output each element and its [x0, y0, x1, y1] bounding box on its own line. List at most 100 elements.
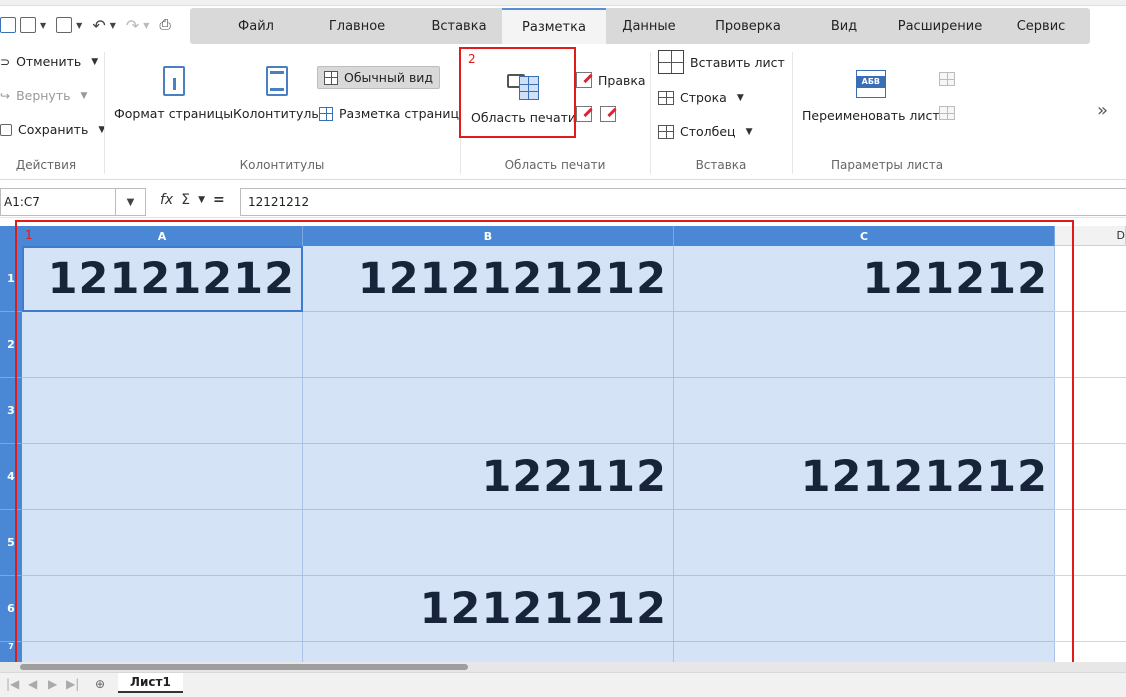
- cell-b2[interactable]: [303, 312, 674, 378]
- cell-c2[interactable]: [674, 312, 1055, 378]
- open-file-icon[interactable]: [20, 17, 36, 33]
- grid-icon: [324, 70, 338, 85]
- chevron-down-icon[interactable]: ▼: [737, 93, 744, 103]
- tab-layout[interactable]: Разметка: [502, 8, 606, 44]
- row-header-1[interactable]: 1: [0, 246, 22, 312]
- tab-view[interactable]: Вид: [804, 8, 884, 44]
- row-header-4[interactable]: 4: [0, 444, 22, 510]
- row-header-2[interactable]: 2: [0, 312, 22, 378]
- insert-column-button[interactable]: Столбец ▼: [658, 124, 752, 139]
- menu-tab-bar: Файл Главное Вставка Разметка Данные Про…: [190, 8, 1090, 44]
- page-layout-label: Разметка страниц: [339, 106, 459, 121]
- next-sheet-icon[interactable]: ▶: [48, 677, 57, 691]
- tab-extensions[interactable]: Расширение: [884, 8, 996, 44]
- chevron-down-icon[interactable]: ▼: [198, 195, 205, 205]
- select-all-corner[interactable]: [0, 226, 22, 246]
- cell-a6[interactable]: [22, 576, 303, 642]
- headers-footers-button[interactable]: Колонтитулы: [233, 66, 321, 121]
- page-layout-button[interactable]: Разметка страниц: [319, 106, 459, 121]
- cell-a2[interactable]: [22, 312, 303, 378]
- spreadsheet-grid: A B C D 1 2 3 4 5 6 7 12121212 121212121…: [0, 226, 1126, 662]
- chevron-down-icon[interactable]: ▼: [115, 189, 145, 215]
- cell-b7[interactable]: [303, 642, 674, 662]
- formula-input[interactable]: 12121212: [240, 188, 1126, 216]
- row-label: 1: [7, 272, 15, 285]
- print-icon[interactable]: ⎙: [159, 17, 170, 33]
- name-box[interactable]: A1:C7 ▼: [0, 188, 146, 216]
- gridline: [1054, 443, 1126, 444]
- tab-insert[interactable]: Вставка: [416, 8, 502, 44]
- cell-b3[interactable]: [303, 378, 674, 444]
- function-icon[interactable]: fx: [160, 192, 173, 208]
- cell-c4[interactable]: 12121212: [674, 444, 1055, 510]
- print-area-edit-button[interactable]: Правка: [576, 72, 646, 88]
- print-area-group: Область печати Правка Область печати: [460, 44, 650, 180]
- ribbon-more-button[interactable]: »: [1097, 100, 1108, 121]
- tab-file[interactable]: Файл: [214, 8, 298, 44]
- insert-sheet-button[interactable]: Вставить лист: [658, 50, 785, 74]
- sheet-tab-active[interactable]: Лист1: [118, 673, 183, 693]
- undo-button[interactable]: ⊃ Отменить ▼: [0, 54, 98, 69]
- row-header-3[interactable]: 3: [0, 378, 22, 444]
- sum-icon[interactable]: Σ: [181, 192, 190, 208]
- column-header-a[interactable]: A: [22, 226, 303, 246]
- scrollbar-thumb[interactable]: [20, 664, 468, 670]
- cell-a7[interactable]: [22, 642, 303, 662]
- cell-a4[interactable]: [22, 444, 303, 510]
- print-area-button[interactable]: Область печати: [471, 70, 576, 125]
- cell-c7[interactable]: [674, 642, 1055, 662]
- row-header-7[interactable]: 7: [0, 642, 22, 662]
- tab-tools[interactable]: Сервис: [996, 8, 1086, 44]
- cell-c6[interactable]: [674, 576, 1055, 642]
- page-format-button[interactable]: Формат страницы: [114, 66, 233, 121]
- chevron-down-icon[interactable]: ▼: [91, 57, 98, 67]
- cell-c1[interactable]: 121212: [674, 246, 1055, 312]
- cell-a1[interactable]: 12121212: [22, 246, 303, 312]
- tab-label: Главное: [328, 18, 386, 34]
- tab-review[interactable]: Проверка: [692, 8, 804, 44]
- cell-c5[interactable]: [674, 510, 1055, 576]
- equals-icon[interactable]: =: [213, 192, 225, 208]
- horizontal-scrollbar[interactable]: [0, 662, 1126, 672]
- undo-icon[interactable]: ↶: [92, 16, 105, 35]
- undo-label: Отменить: [16, 54, 82, 69]
- column-header-b[interactable]: B: [303, 226, 674, 246]
- cell-b6[interactable]: 12121212: [303, 576, 674, 642]
- insert-row-button[interactable]: Строка ▼: [658, 90, 744, 105]
- save-button[interactable]: Сохранить ▼: [0, 122, 105, 137]
- chevron-down-icon[interactable]: ▼: [40, 21, 46, 30]
- prev-sheet-icon[interactable]: ◀: [28, 677, 37, 691]
- chevron-down-icon[interactable]: ▼: [110, 21, 116, 30]
- cell-value: 1212121212: [357, 253, 667, 304]
- column-header-c[interactable]: C: [674, 226, 1055, 246]
- chevron-down-icon[interactable]: ▼: [746, 127, 753, 137]
- chevron-down-icon[interactable]: ▼: [76, 21, 82, 30]
- normal-view-button[interactable]: Обычный вид: [317, 66, 441, 89]
- cell-a3[interactable]: [22, 378, 303, 444]
- rename-sheet-label: Переименовать лист: [802, 108, 940, 123]
- add-sheet-icon[interactable]: ⊕: [95, 677, 105, 691]
- insert-sheet-icon: [658, 50, 684, 74]
- document-icon[interactable]: [0, 17, 16, 33]
- row-label: 6: [7, 602, 15, 615]
- cell-b1[interactable]: 1212121212: [303, 246, 674, 312]
- undo-icon: ⊃: [0, 54, 11, 69]
- last-sheet-icon[interactable]: ▶|: [66, 677, 79, 691]
- tab-data[interactable]: Данные: [606, 8, 692, 44]
- group-label-print-area: Область печати: [504, 158, 606, 172]
- row-header-6[interactable]: 6: [0, 576, 22, 642]
- cell-c3[interactable]: [674, 378, 1055, 444]
- rename-sheet-button[interactable]: АБВ Переименовать лист: [802, 70, 940, 123]
- chevron-double-right-icon: »: [1097, 100, 1109, 121]
- column-header-d[interactable]: D: [1055, 226, 1126, 246]
- add-print-area-icon[interactable]: [576, 106, 592, 122]
- cell-a5[interactable]: [22, 510, 303, 576]
- cell-b5[interactable]: [303, 510, 674, 576]
- first-sheet-icon[interactable]: |◀: [6, 677, 19, 691]
- save-icon[interactable]: [56, 17, 73, 33]
- clear-print-area-icon[interactable]: [600, 106, 616, 122]
- tab-home[interactable]: Главное: [298, 8, 416, 44]
- cell-b4[interactable]: 122112: [303, 444, 674, 510]
- row-header-5[interactable]: 5: [0, 510, 22, 576]
- page-layout-icon: [319, 106, 333, 121]
